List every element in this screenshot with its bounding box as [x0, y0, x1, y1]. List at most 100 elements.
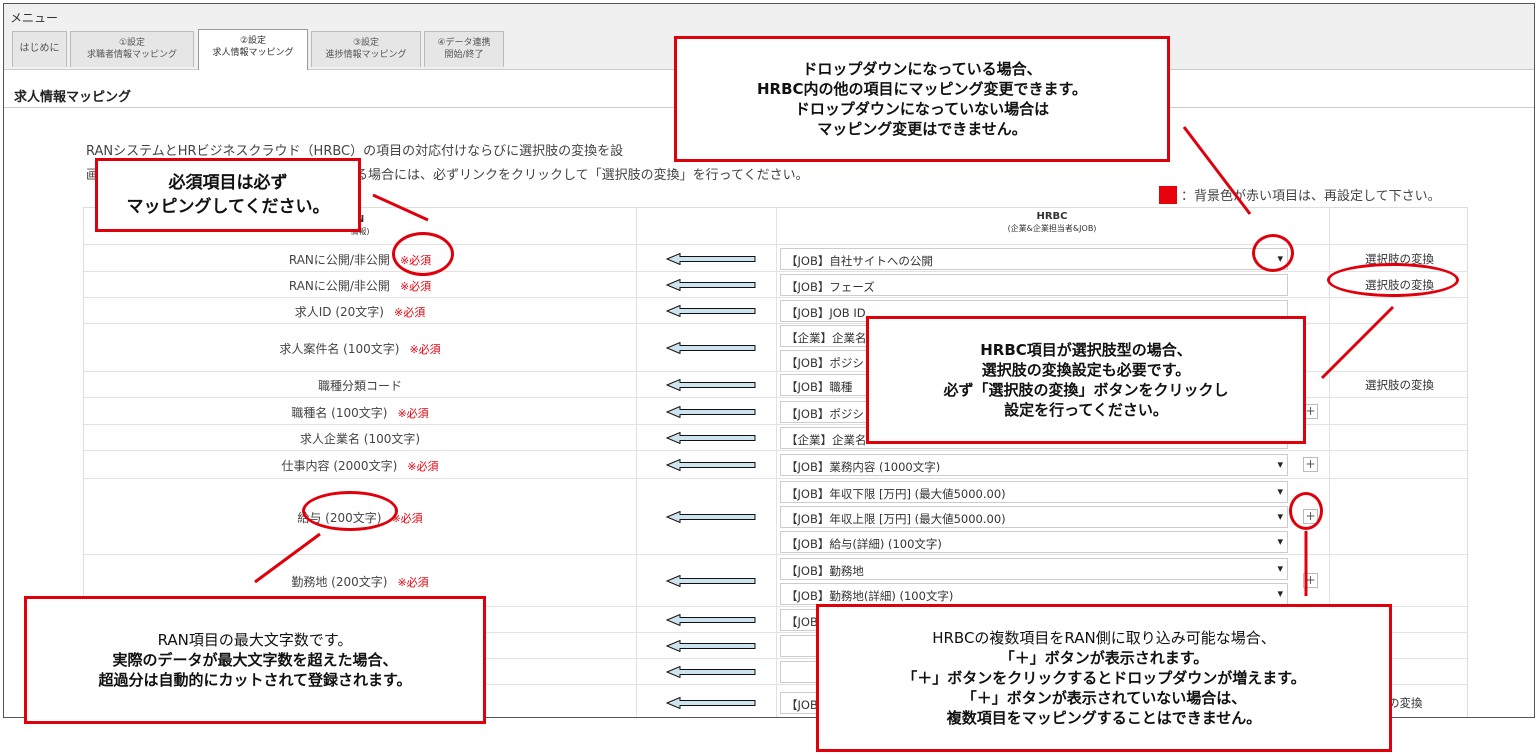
callout-line: 設定を行ってください。 — [1004, 401, 1168, 419]
mapping-arrow-icon — [666, 666, 756, 678]
mapping-arrow-icon — [666, 697, 756, 709]
hrbc-header-subtitle: (企業&企業担当者&JOB) — [1007, 224, 1097, 233]
callout-line: 「＋」ボタンをクリックするとドロップダウンが増えます。 — [902, 669, 1306, 687]
hrbc-field-select[interactable]: 【JOB】業務内容 (1000文字) — [780, 454, 1288, 476]
legend-text: ：背景色が赤い項目は、再設定して下さい。 — [1181, 189, 1441, 204]
ran-field-name: 仕事内容 (2000文字) — [281, 459, 398, 473]
mapping-arrow-icon — [666, 575, 756, 587]
ran-field-name: 求人企業名 (100文字) — [299, 432, 421, 446]
callout-line: HRBC項目が選択肢型の場合、 — [980, 341, 1192, 359]
tab-step: ②設定 — [239, 36, 267, 46]
table-row: RANに公開/非公開 ※必須 【JOB】フェーズ 選択肢の変換 — [84, 271, 1467, 297]
callout-plus: HRBCの複数項目をRAN側に取り込み可能な場合、 「＋」ボタンが表示されます。… — [816, 604, 1392, 752]
mapping-arrow-icon — [666, 342, 756, 354]
highlight-plus — [1289, 492, 1323, 530]
table-row: 仕事内容 (2000文字) ※必須 【JOB】業務内容 (1000文字) + — [84, 450, 1467, 478]
tab-label: 求職者情報マッピング — [86, 50, 177, 60]
mapping-arrow-icon — [666, 305, 756, 317]
tab-label: はじめに — [19, 43, 60, 54]
tab-label: 進捗情報マッピング — [325, 50, 407, 60]
mapping-arrow-icon — [666, 432, 756, 444]
callout-line: マッピング変更はできません。 — [817, 120, 1027, 138]
tab-label: 求人情報マッピング — [212, 48, 294, 58]
callout-dropdown: ドロップダウンになっている場合、 HRBC内の他の項目にマッピング変更できます。… — [674, 36, 1170, 162]
required-badge: ※必須 — [399, 280, 432, 293]
callout-line: HRBCの複数項目をRAN側に取り込み可能な場合、 — [932, 629, 1276, 647]
tab-progress-mapping[interactable]: ③設定 進捗情報マッピング — [311, 31, 421, 67]
tab-job-mapping[interactable]: ②設定 求人情報マッピング — [198, 29, 308, 70]
hrbc-header-title: HRBC — [1036, 211, 1068, 222]
ran-field-label: 求人案件名 (100文字) ※必須 — [84, 340, 636, 357]
mapping-arrow-icon — [666, 279, 756, 291]
ran-field-label: 仕事内容 (2000文字) ※必須 — [84, 457, 636, 474]
callout-line: 選択肢の変換設定も必要です。 — [981, 361, 1191, 379]
tab-candidate-mapping[interactable]: ①設定 求職者情報マッピング — [70, 31, 194, 67]
ran-field-label: 勤務地 (200文字) ※必須 — [84, 573, 636, 590]
callout-line: 必須項目は必ず — [168, 173, 288, 193]
required-badge: ※必須 — [409, 343, 441, 356]
hrbc-field-select[interactable]: 【JOB】勤務地 — [780, 557, 1288, 580]
hrbc-field-select[interactable]: 【JOB】年収下限 [万円] (最大値5000.00) — [780, 481, 1288, 503]
callout-line: マッピングしてください。 — [126, 197, 330, 217]
hrbc-field-select[interactable]: 【JOB】年収上限 [万円] (最大値5000.00) — [780, 506, 1288, 528]
legend-swatch — [1159, 186, 1177, 204]
mapping-arrow-icon — [666, 379, 756, 391]
required-badge: ※必須 — [394, 306, 426, 319]
callout-line: RAN項目の最大文字数です。 — [157, 631, 353, 649]
callout-maxlen: RAN項目の最大文字数です。 実際のデータが最大文字数を超えた場合、 超過分は自… — [24, 596, 486, 724]
highlight-maxlen — [302, 491, 398, 531]
ran-field-label: 職種分類コード — [84, 377, 636, 394]
ran-field-name: 求人ID (20文字) — [294, 305, 384, 319]
mapping-arrow-icon — [666, 252, 756, 265]
add-field-button[interactable]: + — [1303, 573, 1318, 588]
callout-line: 「＋」ボタンが表示されていない場合は、 — [961, 689, 1247, 707]
callout-line: HRBC内の他の項目にマッピング変更できます。 — [756, 80, 1088, 98]
tab-label: 開始/終了 — [444, 50, 484, 60]
ran-field-name: 職種分類コード — [317, 379, 402, 393]
callout-line: 実際のデータが最大文字数を超えた場合、 — [112, 651, 398, 669]
ran-field-name: RANに公開/非公開 — [288, 279, 390, 293]
required-badge: ※必須 — [397, 576, 429, 589]
callout-convert: HRBC項目が選択肢型の場合、 選択肢の変換設定も必要です。 必ず「選択肢の変換… — [866, 316, 1306, 444]
required-badge: ※必須 — [397, 406, 429, 420]
tab-step: ③設定 — [352, 38, 380, 48]
tab-data-sync[interactable]: ④データ連携 開始/終了 — [424, 31, 504, 67]
ran-field-label: 求人ID (20文字) ※必須 — [84, 303, 636, 320]
hrbc-field-select[interactable]: 【JOB】勤務地(詳細) (100文字) — [780, 582, 1288, 605]
mapping-arrow-icon — [666, 511, 756, 523]
convert-options-link[interactable]: 選択肢の変換 — [1332, 377, 1467, 393]
callout-line: 必ず「選択肢の変換」ボタンをクリックし — [943, 381, 1229, 399]
table-row: 給与 (200文字) ※必須 【JOB】年収下限 [万円] (最大値5000.00)… — [84, 478, 1467, 554]
highlight-required — [392, 232, 454, 276]
hrbc-field-select[interactable]: 【JOB】給与(詳細) (100文字) — [780, 531, 1288, 553]
menu-label: メニュー — [10, 11, 59, 25]
ran-field-label: RANに公開/非公開 ※必須 — [84, 251, 636, 268]
ran-field-label: 職種名 (100文字) ※必須 — [84, 404, 636, 421]
hrbc-field-select[interactable]: 【JOB】自社サイトへの公開 — [780, 247, 1288, 270]
ran-field-name: 職種名 (100文字) — [291, 405, 388, 420]
mapping-arrow-icon — [666, 614, 756, 626]
ran-field-name: RANに公開/非公開 — [288, 252, 390, 267]
tab-step: ④データ連携 — [437, 38, 491, 48]
ran-field-name: 求人案件名 (100文字) — [279, 342, 400, 356]
ran-field-label: RANに公開/非公開 ※必須 — [84, 277, 636, 294]
highlight-dropdown-arrow — [1252, 234, 1294, 272]
mapping-arrow-icon — [666, 405, 756, 418]
hrbc-column-header: HRBC (企業&企業担当者&JOB) — [776, 208, 1328, 235]
callout-line: 超過分は自動的にカットされて登録されます。 — [98, 671, 412, 689]
callout-line: 「＋」ボタンが表示されます。 — [999, 649, 1209, 667]
tab-start[interactable]: はじめに — [12, 31, 67, 67]
mapping-arrow-icon — [666, 640, 756, 652]
legend: ：背景色が赤い項目は、再設定して下さい。 — [1159, 185, 1441, 204]
tab-step: ①設定 — [118, 38, 146, 48]
ran-field-label: 求人企業名 (100文字) — [84, 430, 636, 447]
description-fragment: ている場合には、必ずリンクをクリックして「選択肢の変換」を行ってください。 — [329, 168, 809, 183]
callout-line: ドロップダウンになっていない場合は — [794, 100, 1050, 118]
ran-field-name: 勤務地 (200文字) — [291, 575, 388, 589]
add-field-button[interactable]: + — [1303, 457, 1318, 472]
required-badge: ※必須 — [407, 460, 439, 473]
hrbc-field-select[interactable]: 【JOB】フェーズ — [780, 274, 1288, 296]
highlight-convert — [1327, 263, 1459, 297]
mapping-arrow-icon — [666, 459, 756, 471]
callout-line: ドロップダウンになっている場合、 — [802, 60, 1042, 78]
